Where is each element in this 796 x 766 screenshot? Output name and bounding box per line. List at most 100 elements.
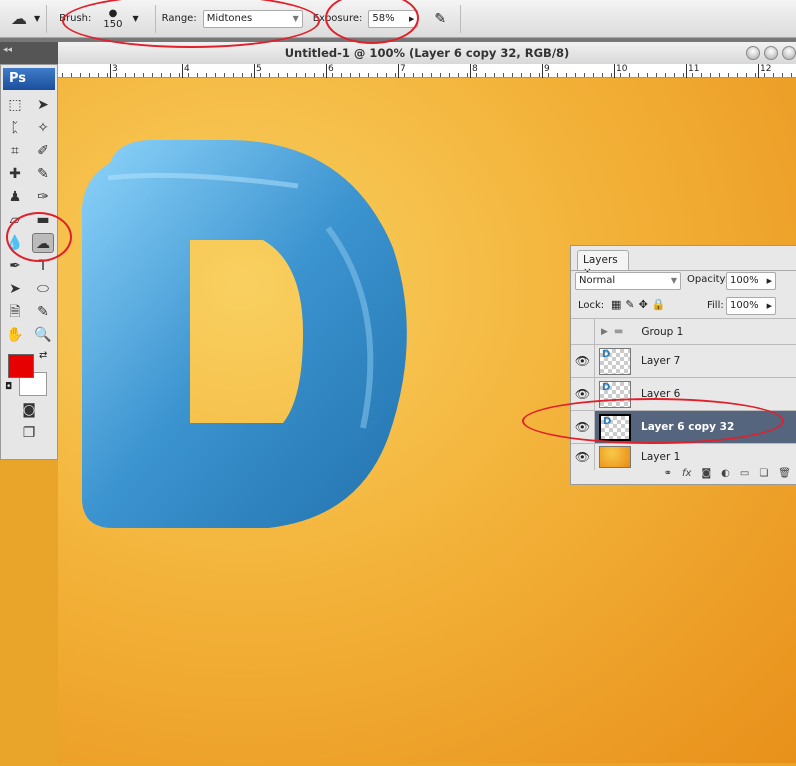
- toolbox-header[interactable]: ◂◂: [0, 42, 58, 64]
- ruler-minor-tick: [305, 73, 306, 77]
- ruler-minor-tick: [737, 73, 738, 77]
- swap-colors-icon[interactable]: ⇄: [39, 350, 47, 361]
- ruler-minor-tick: [224, 73, 225, 77]
- blend-mode-select[interactable]: Normal ▼: [575, 272, 681, 290]
- ruler-minor-tick: [296, 73, 297, 77]
- layer-row-layer-7[interactable]: 👁 D Layer 7: [571, 344, 796, 377]
- ruler-minor-tick: [107, 73, 108, 77]
- ruler-minor-tick: [602, 73, 603, 77]
- chevron-down-icon[interactable]: ▼: [34, 14, 40, 23]
- path-selection-icon[interactable]: ➤: [4, 279, 26, 299]
- ruler-minor-tick: [719, 73, 720, 77]
- ruler-minor-tick: [494, 73, 495, 77]
- ruler-minor-tick: [269, 73, 270, 77]
- ruler-minor-tick: [152, 73, 153, 77]
- ruler-minor-tick: [521, 73, 522, 77]
- crop-tool-icon[interactable]: ⌗: [4, 141, 26, 161]
- ruler-minor-tick: [701, 73, 702, 77]
- ruler-minor-tick: [647, 73, 648, 77]
- ruler-minor-tick: [512, 73, 513, 77]
- ruler-minor-tick: [629, 73, 630, 77]
- notes-tool-icon[interactable]: 🗎: [4, 302, 26, 322]
- quick-mask-icon[interactable]: ◙: [18, 400, 40, 420]
- minimize-button[interactable]: [746, 46, 760, 60]
- link-layers-icon[interactable]: ⚭: [664, 468, 672, 484]
- airbrush-icon[interactable]: ✎: [434, 11, 446, 27]
- slice-tool-icon[interactable]: ✐: [32, 141, 54, 161]
- eyedropper-icon[interactable]: ✎: [32, 302, 54, 322]
- ruler-minor-tick: [368, 73, 369, 77]
- layer-thumbnail: [599, 446, 631, 468]
- ruler-minor-tick: [170, 73, 171, 77]
- move-tool-icon[interactable]: ➤: [32, 95, 54, 115]
- expand-arrow-icon[interactable]: ▶: [601, 327, 608, 337]
- visibility-toggle[interactable]: [571, 318, 595, 345]
- ruler-minor-tick: [116, 73, 117, 77]
- fill-input[interactable]: 100% ▶: [726, 297, 776, 315]
- hand-tool-icon[interactable]: ✋: [4, 325, 26, 345]
- layers-footer: ⚭ fx ◙ ◐ ▭ ❏ 🗑: [571, 468, 796, 484]
- eye-icon[interactable]: 👁: [571, 345, 595, 377]
- maximize-button[interactable]: [764, 46, 778, 60]
- ruler-minor-tick: [710, 73, 711, 77]
- ruler-minor-tick: [341, 73, 342, 77]
- ruler-minor-tick: [278, 73, 279, 77]
- ruler-minor-tick: [161, 73, 162, 77]
- brush-tool-icon[interactable]: ✎: [32, 164, 54, 184]
- screen-mode-icon[interactable]: ❐: [18, 423, 40, 443]
- fx-icon[interactable]: fx: [682, 468, 691, 484]
- ruler-minor-tick: [692, 73, 693, 77]
- new-layer-icon[interactable]: ❏: [759, 468, 768, 484]
- layer-row-layer-1[interactable]: 👁 Layer 1: [571, 443, 796, 470]
- ruler-minor-tick: [467, 73, 468, 77]
- sponge-tool-preset-icon[interactable]: ☁: [8, 9, 30, 29]
- toolbox: Ps ⬚ ➤ ᛈ ✧ ⌗ ✐ ✚ ✎ ♟ ✑ ▱ ▬ 💧 ☁ ✒ T ➤ ⬭ 🗎 ✎ ✋ 🔍 ⇄ ◘ …: [0, 64, 58, 460]
- ruler-minor-tick: [611, 73, 612, 77]
- layer-row-group-1[interactable]: ▶ ▬ Group 1: [571, 318, 796, 345]
- healing-brush-icon[interactable]: ✚: [4, 164, 26, 184]
- ellipse-tool-icon[interactable]: ⬭: [32, 279, 54, 299]
- ruler-minor-tick: [395, 73, 396, 77]
- clone-stamp-icon[interactable]: ♟: [4, 187, 26, 207]
- foreground-color-swatch[interactable]: [8, 354, 34, 378]
- ruler-minor-tick: [674, 73, 675, 77]
- layer-thumbnail: D: [599, 347, 631, 375]
- ruler-minor-tick: [80, 73, 81, 77]
- ruler-minor-tick: [386, 73, 387, 77]
- ruler-minor-tick: [638, 73, 639, 77]
- ruler-minor-tick: [449, 73, 450, 77]
- new-group-icon[interactable]: ▭: [740, 468, 749, 484]
- magic-wand-icon[interactable]: ✧: [32, 118, 54, 138]
- ruler-minor-tick: [62, 73, 63, 77]
- default-colors-icon[interactable]: ◘: [5, 382, 12, 392]
- eye-icon[interactable]: 👁: [571, 444, 595, 470]
- ruler-minor-tick: [656, 73, 657, 77]
- annotation-circle-selected-layer: [522, 398, 784, 444]
- ruler-minor-tick: [503, 73, 504, 77]
- add-mask-icon[interactable]: ◙: [701, 468, 711, 484]
- ruler-minor-tick: [251, 73, 252, 77]
- ruler-minor-tick: [206, 73, 207, 77]
- adjustment-layer-icon[interactable]: ◐: [721, 468, 730, 484]
- marquee-tool-icon[interactable]: ⬚: [4, 95, 26, 115]
- close-button[interactable]: [782, 46, 796, 60]
- ruler-minor-tick: [125, 73, 126, 77]
- tab-layers[interactable]: Layers ×: [577, 250, 629, 278]
- lock-icons[interactable]: ▦✎✥🔒: [611, 298, 670, 311]
- ruler-minor-tick: [233, 73, 234, 77]
- ruler-minor-tick: [260, 73, 261, 77]
- ruler-minor-tick: [593, 73, 594, 77]
- ruler-minor-tick: [791, 73, 792, 77]
- lock-label: Lock:: [578, 300, 605, 311]
- ruler-minor-tick: [377, 73, 378, 77]
- ps-logo: Ps: [3, 68, 55, 90]
- zoom-tool-icon[interactable]: 🔍: [32, 325, 54, 345]
- ruler-minor-tick: [215, 73, 216, 77]
- ruler-minor-tick: [575, 73, 576, 77]
- lasso-tool-icon[interactable]: ᛈ: [4, 118, 26, 138]
- history-brush-icon[interactable]: ✑: [32, 187, 54, 207]
- opacity-input[interactable]: 100% ▶: [726, 272, 776, 290]
- ruler-minor-tick: [755, 73, 756, 77]
- trash-icon[interactable]: 🗑: [778, 468, 791, 484]
- color-swatches: ⇄ ◘: [1, 346, 57, 398]
